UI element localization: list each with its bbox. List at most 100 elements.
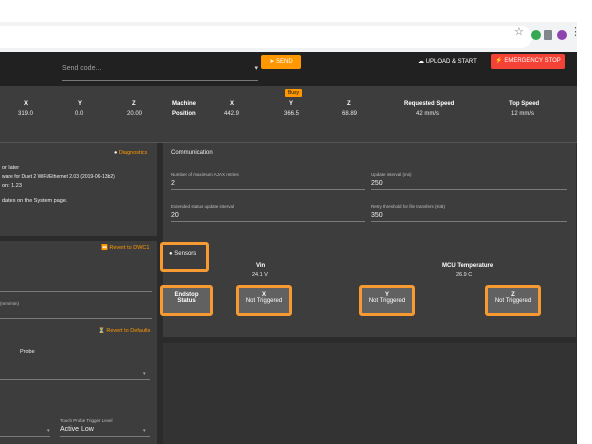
- requested-speed-value: 42 mm/s: [416, 111, 440, 117]
- revert-dwc1-label: Revert to DWC1: [109, 245, 150, 251]
- diagnostics-icon: ●: [114, 150, 118, 156]
- diag-line-4: dates on the System page.: [2, 198, 68, 204]
- endstop-status-chip: Endstop Status: [163, 288, 210, 313]
- cloud-upload-icon: ☁: [418, 59, 424, 65]
- app-top-bar: Send code... ▾ ➤ SEND ☁ UPLOAD & START ⚡…: [0, 52, 577, 90]
- endstop-y-chip: Y Not Triggered: [362, 288, 412, 313]
- caret-down-icon[interactable]: ▾: [254, 58, 258, 80]
- dots-menu-icon[interactable]: ⋮: [570, 27, 577, 38]
- endstop-x-axis: X: [261, 292, 266, 298]
- endstop-x-state: Not Triggered: [245, 298, 283, 304]
- browser-toolbar: ☆ ⋮: [0, 22, 577, 52]
- diagnostics-label: Diagnostics: [118, 150, 148, 156]
- diagnostics-link[interactable]: ● Diagnostics: [114, 150, 147, 156]
- requested-speed-label: Requested Speed: [404, 101, 455, 107]
- extended-interval-underline[interactable]: [171, 221, 365, 222]
- revert-dwc1-link[interactable]: ⏪ Revert to DWC1: [101, 245, 149, 251]
- diag-line-1: or later: [2, 165, 20, 171]
- profile-avatar[interactable]: [557, 30, 567, 40]
- tool-axis-z-label: Z: [132, 101, 136, 107]
- sensors-card: ● Sensors Vin 24.1 V MCU Temperature 26.…: [160, 242, 576, 337]
- sensors-title-wrap: ● Sensors: [169, 251, 196, 257]
- endstop-z-axis: Z: [511, 292, 515, 298]
- machine-axis-z-label: Z: [347, 101, 351, 107]
- machine-axis-z-value: 68.89: [342, 111, 358, 117]
- send-code-placeholder: Send code...: [62, 65, 102, 72]
- trigger-level-value[interactable]: Active Low: [60, 426, 94, 433]
- dwc-field-underline-2[interactable]: [0, 318, 152, 319]
- extension-green-icon[interactable]: [531, 30, 541, 40]
- probe-left-caret-icon[interactable]: ▾: [47, 428, 50, 434]
- estop-label: EMERGENCY STOP: [504, 58, 561, 64]
- diag-line-2: ware for Duet 2 WiFi/Ethernet 2.03 (2019…: [2, 174, 115, 180]
- endstop-y-axis: Y: [384, 292, 389, 298]
- tool-axis-y-label: Y: [78, 101, 83, 107]
- upload-label: UPLOAD & START: [425, 59, 477, 65]
- machine-axis-y-label: Y: [289, 101, 294, 107]
- endstop-y-state: Not Triggered: [368, 298, 406, 304]
- ajax-retries-underline[interactable]: [171, 189, 365, 190]
- empty-card: [163, 343, 576, 444]
- probe-caret-icon[interactable]: ▾: [143, 371, 146, 377]
- tool-axis-x-label: X: [24, 101, 29, 107]
- send-code-input[interactable]: Send code... ▾: [62, 58, 258, 81]
- sensors-icon: ●: [169, 251, 173, 257]
- machine-axis-x-label: X: [230, 101, 235, 107]
- endstop-z-state: Not Triggered: [494, 298, 532, 304]
- communication-title: Communication: [171, 150, 213, 156]
- history-icon: ⏳: [98, 328, 105, 334]
- send-icon: ➤: [269, 59, 275, 65]
- update-interval-value[interactable]: 250: [371, 180, 383, 187]
- send-button[interactable]: ➤ SEND: [261, 55, 301, 69]
- sensors-highlight: [160, 242, 209, 272]
- trigger-caret-icon[interactable]: ▾: [143, 428, 146, 434]
- tool-axis-y-value: 0.0: [75, 111, 84, 117]
- upload-start-button[interactable]: ☁ UPLOAD & START: [418, 55, 480, 69]
- top-speed-value: 12 mm/s: [511, 111, 535, 117]
- retry-threshold-label: Retry threshold for file transfers (KiB): [371, 204, 446, 209]
- address-bar[interactable]: [0, 26, 532, 48]
- update-interval-label: Update interval (ms): [371, 172, 412, 177]
- machine-axis-x-value: 442.9: [224, 111, 240, 117]
- dwc-unit-fragment: (mm/min): [0, 301, 19, 306]
- top-speed-label: Top Speed: [509, 101, 540, 107]
- revert-defaults-label: Revert to Defaults: [106, 328, 151, 334]
- probe-type-underline[interactable]: [0, 379, 150, 380]
- ajax-retries-label: Number of maximum AJAX retries: [171, 172, 239, 177]
- send-label: SEND: [276, 59, 293, 65]
- vin-label: Vin: [256, 263, 266, 269]
- diag-line-3: on: 1.23: [2, 183, 22, 189]
- position-label: Position: [172, 111, 196, 117]
- probe-settings-card: ⏳ Revert to Defaults Probe ▾ Touch Probe…: [0, 320, 157, 444]
- trigger-level-underline[interactable]: [60, 436, 150, 437]
- emergency-stop-button[interactable]: ⚡ EMERGENCY STOP: [491, 54, 565, 69]
- probe-fragment: Probe: [20, 349, 35, 355]
- endstop-z-chip: Z Not Triggered: [488, 288, 538, 313]
- extension-doc-icon[interactable]: [544, 30, 552, 40]
- ajax-retries-value[interactable]: 2: [171, 180, 175, 187]
- communication-card: Communication Number of maximum AJAX ret…: [163, 143, 576, 251]
- diagnostics-card: ● Diagnostics or later ware for Duet 2 W…: [0, 143, 157, 236]
- dwc-settings-card: ⏪ Revert to DWC1 (mm/min): [0, 241, 157, 332]
- machine-label: Machine: [172, 101, 197, 107]
- retry-threshold-value[interactable]: 350: [371, 212, 383, 219]
- mcu-temp-label: MCU Temperature: [442, 263, 494, 269]
- extended-interval-label: Extended status update interval: [171, 204, 235, 209]
- endstop-label: Endstop: [174, 292, 199, 298]
- star-icon[interactable]: ☆: [514, 27, 524, 38]
- update-interval-underline[interactable]: [371, 189, 567, 190]
- trigger-level-label: Touch Probe Trigger Level: [60, 418, 113, 423]
- revert-defaults-link[interactable]: ⏳ Revert to Defaults: [98, 328, 150, 334]
- probe-left-underline[interactable]: [0, 436, 50, 437]
- machine-status-panel: Busy X 319.0 Y 0.0 Z 20.00 Machine Posit…: [0, 86, 577, 143]
- machine-axis-y-value: 366.5: [284, 111, 300, 117]
- tool-axis-z-value: 20.00: [127, 111, 143, 117]
- tool-axis-x-value: 319.0: [18, 111, 34, 117]
- extended-interval-value[interactable]: 20: [171, 212, 179, 219]
- status-badge: Busy: [285, 89, 302, 97]
- dwc-field-underline-1[interactable]: [0, 291, 152, 292]
- status-label: Status: [177, 298, 196, 304]
- vin-value: 24.1 V: [252, 272, 268, 278]
- retry-threshold-underline[interactable]: [371, 221, 567, 222]
- sensors-title: Sensors: [174, 251, 197, 257]
